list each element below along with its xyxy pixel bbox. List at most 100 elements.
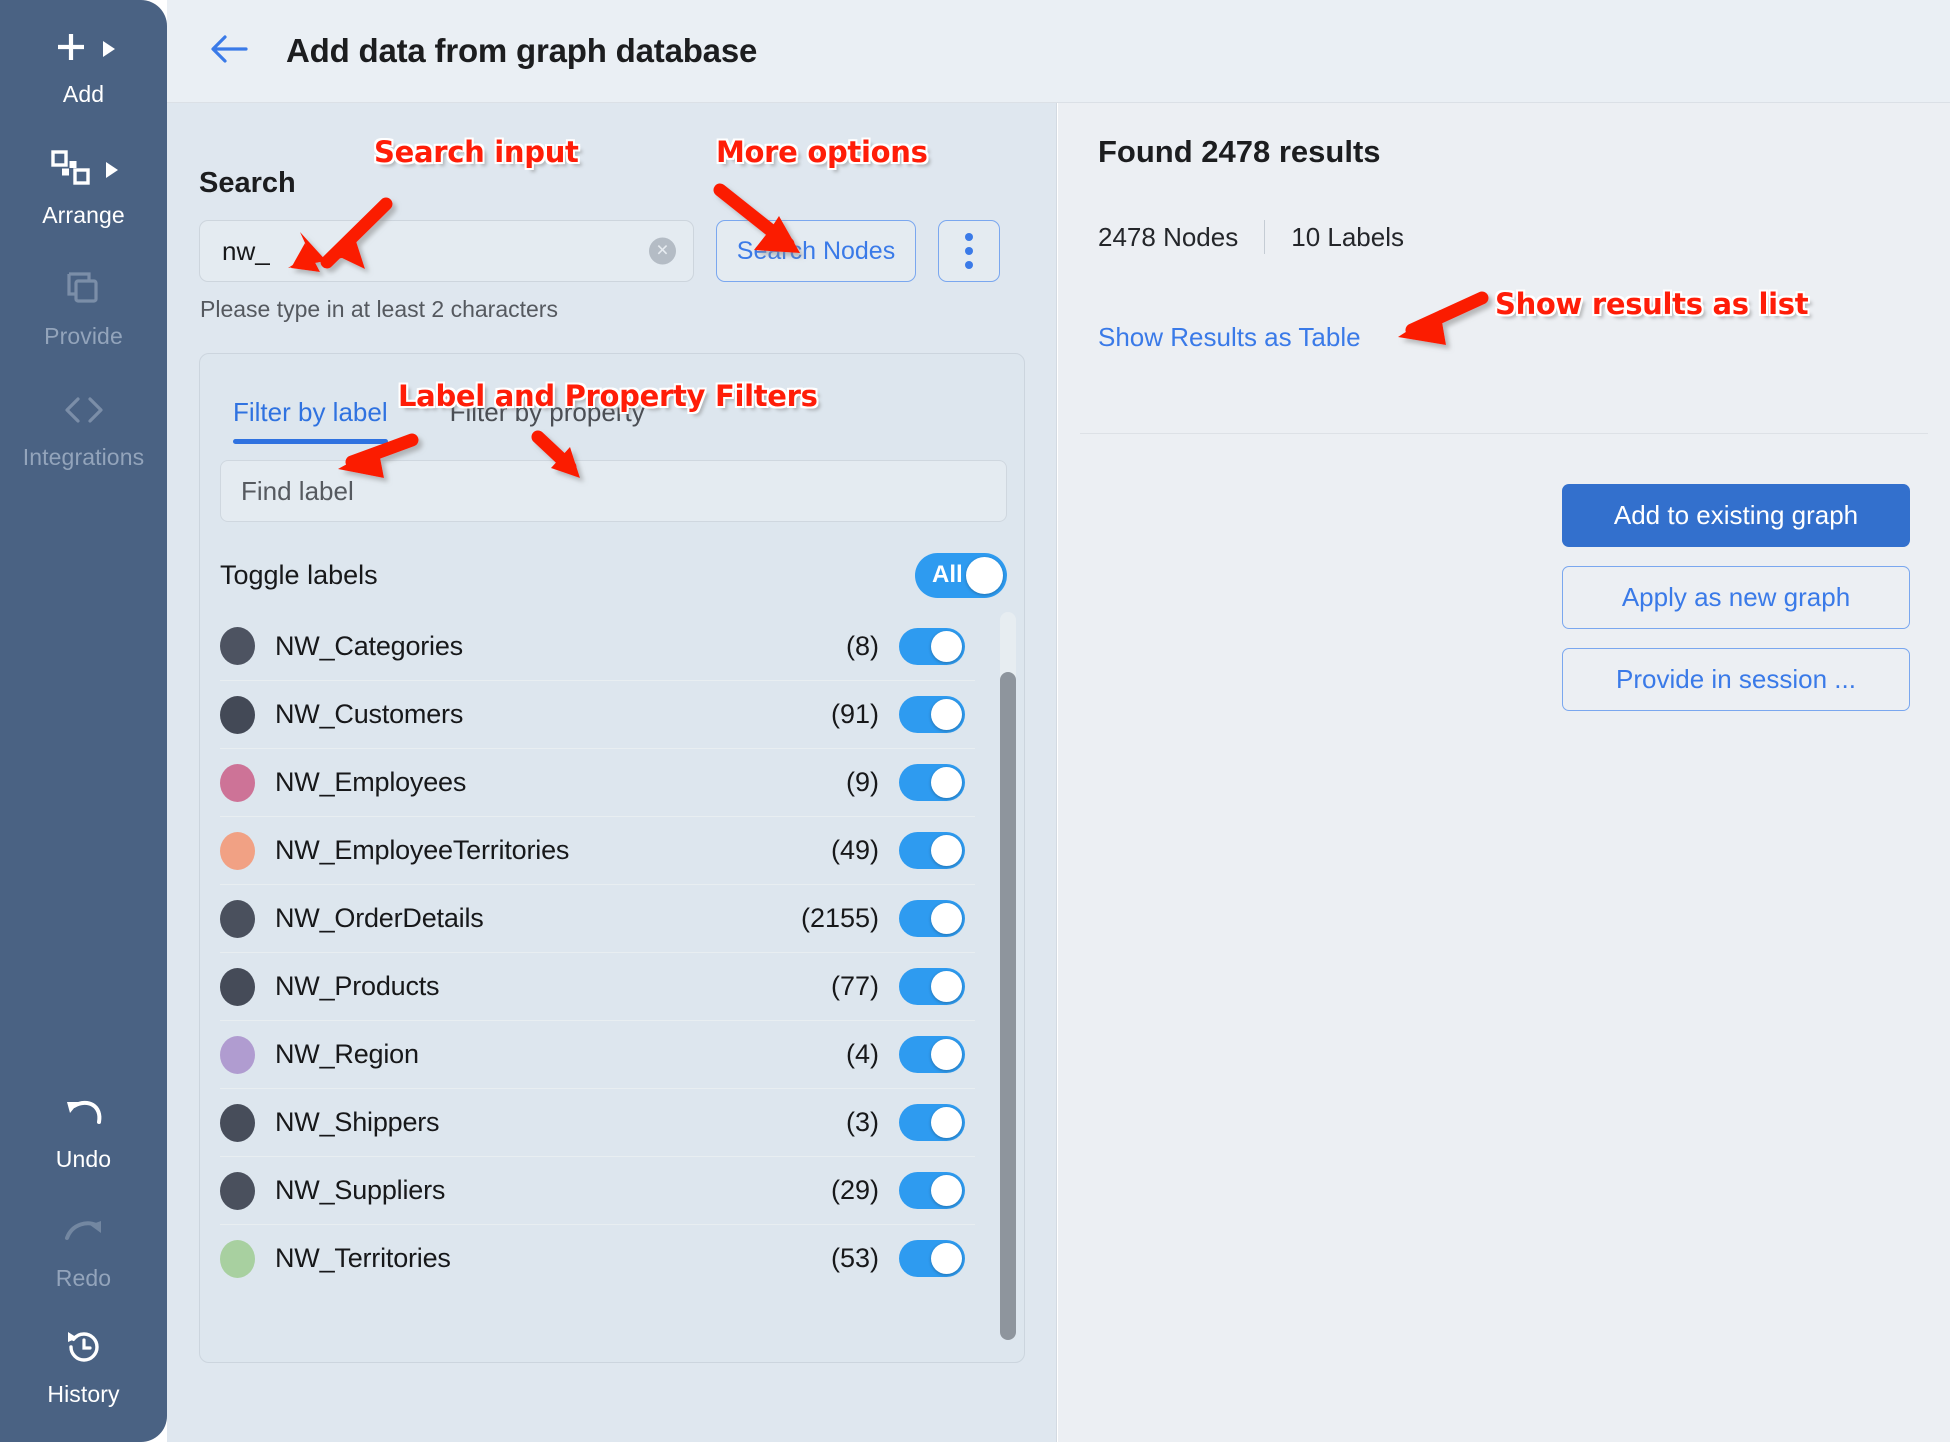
label-count: (9) <box>846 767 879 797</box>
history-clock-icon <box>64 1327 104 1372</box>
label-list[interactable]: NW_Categories (8) NW_Customers (91) NW_Emplo… <box>220 612 1007 1342</box>
rail-item-label: Arrange <box>42 202 125 228</box>
search-heading: Search <box>199 167 296 199</box>
results-action-buttons: Add to existing graph Apply as new graph… <box>1562 484 1910 711</box>
label-name: NW_Shippers <box>275 1107 440 1137</box>
label-row[interactable]: NW_Categories (8) <box>220 612 975 680</box>
label-color-dot <box>220 1239 255 1278</box>
labels-count: 10 Labels <box>1291 221 1404 252</box>
label-name: NW_Territories <box>275 1243 451 1273</box>
filter-card: Filter by label Filter by property Toggl… <box>199 353 1025 1363</box>
rail-item-integrations[interactable]: Integrations <box>0 385 167 469</box>
switch-knob <box>931 630 962 662</box>
label-name: NW_Categories <box>275 630 463 661</box>
tab-filter-by-label[interactable]: Filter by label <box>233 397 388 444</box>
rail-item-arrange[interactable]: Arrange <box>0 143 167 227</box>
label-toggle-switch[interactable] <box>899 1240 965 1277</box>
label-color-dot <box>220 627 255 665</box>
apply-as-new-graph-button[interactable]: Apply as new graph <box>1562 566 1910 629</box>
chevron-right-icon <box>102 41 115 57</box>
clear-circle-icon[interactable]: ✕ <box>649 237 676 265</box>
switch-knob <box>931 1175 962 1206</box>
rail-item-label: Undo <box>55 1146 112 1172</box>
label-row[interactable]: NW_Region (4) <box>220 1020 975 1088</box>
label-color-dot <box>220 763 255 802</box>
search-panel: Search ✕ Search Nodes Please type in at … <box>167 103 1057 1442</box>
label-toggle-switch[interactable] <box>899 900 965 937</box>
label-name: NW_Products <box>275 971 440 1001</box>
switch-knob <box>931 1039 962 1070</box>
search-hint-text: Please type in at least 2 characters <box>200 296 558 322</box>
show-results-as-table-link[interactable]: Show Results as Table <box>1098 322 1361 353</box>
label-color-dot <box>220 899 255 938</box>
switch-knob <box>931 1107 962 1138</box>
rail-item-redo[interactable]: Redo <box>0 1206 167 1290</box>
switch-knob <box>931 767 962 798</box>
rail-item-undo[interactable]: Undo <box>0 1087 167 1171</box>
rail-item-history[interactable]: History <box>0 1322 167 1406</box>
rail-item-add[interactable]: Add <box>0 22 167 106</box>
results-found-title: Found 2478 results <box>1098 134 1381 169</box>
page-title: Add data from graph database <box>286 32 758 69</box>
scrollbar-thumb[interactable] <box>1000 672 1016 1340</box>
rail-item-label: Add <box>62 81 105 107</box>
label-toggle-switch[interactable] <box>899 832 965 869</box>
label-count: (77) <box>830 971 879 1001</box>
search-nodes-button[interactable]: Search Nodes <box>716 220 916 282</box>
rail-item-provide[interactable]: Provide <box>0 264 167 348</box>
label-row[interactable]: NW_Shippers (3) <box>220 1088 975 1156</box>
label-toggle-switch[interactable] <box>899 627 965 665</box>
label-row[interactable]: NW_Suppliers (29) <box>220 1156 975 1224</box>
chevron-right-icon <box>105 162 118 178</box>
plus-icon <box>53 29 89 70</box>
tool-rail: Add Arrange Provide Integrations Undo Re… <box>0 0 167 1442</box>
search-controls-row: ✕ Search Nodes <box>199 220 1000 282</box>
results-divider <box>1080 433 1928 434</box>
label-row[interactable]: NW_Customers (91) <box>220 680 975 748</box>
search-input[interactable] <box>200 221 693 281</box>
label-count: (53) <box>830 1243 879 1273</box>
label-list-scrollbar[interactable] <box>1000 612 1016 1340</box>
label-count: (91) <box>830 699 879 729</box>
toggle-all-labels-switch[interactable]: All <box>915 552 1007 598</box>
code-brackets-icon <box>61 395 107 430</box>
back-button[interactable] <box>208 30 250 72</box>
label-count: (4) <box>846 1039 879 1069</box>
label-color-dot <box>220 1035 255 1074</box>
toggle-all-label-text: All <box>932 561 963 588</box>
toggle-labels-row: Toggle labels All <box>220 547 1007 603</box>
switch-knob <box>931 971 962 1002</box>
find-label-input[interactable] <box>221 461 1006 521</box>
label-name: NW_EmployeeTerritories <box>275 835 570 865</box>
undo-arrow-icon <box>62 1096 106 1133</box>
label-name: NW_OrderDetails <box>275 903 484 933</box>
label-toggle-switch[interactable] <box>899 1104 965 1141</box>
label-row[interactable]: NW_Products (77) <box>220 952 975 1020</box>
label-name: NW_Employees <box>275 767 467 797</box>
label-name: NW_Region <box>275 1039 419 1069</box>
label-toggle-switch[interactable] <box>899 968 965 1005</box>
add-to-existing-graph-button[interactable]: Add to existing graph <box>1562 484 1910 547</box>
label-row[interactable]: NW_Employees (9) <box>220 748 975 816</box>
tab-filter-by-property[interactable]: Filter by property <box>450 397 645 444</box>
label-toggle-switch[interactable] <box>899 1036 965 1073</box>
label-row[interactable]: NW_OrderDetails (2155) <box>220 884 975 952</box>
label-row[interactable]: NW_Territories (53) <box>220 1224 975 1292</box>
label-toggle-switch[interactable] <box>899 764 965 801</box>
provide-in-session-button[interactable]: Provide in session ... <box>1562 648 1910 711</box>
label-toggle-switch[interactable] <box>899 696 965 733</box>
label-color-dot <box>220 1103 255 1142</box>
kebab-menu-icon[interactable] <box>938 220 1000 282</box>
label-toggle-switch[interactable] <box>899 1172 965 1209</box>
arrange-icon <box>50 149 92 192</box>
find-label-wrapper <box>220 460 1007 522</box>
label-count: (29) <box>830 1175 879 1205</box>
toggle-labels-label: Toggle labels <box>220 559 378 590</box>
results-panel: Found 2478 results 2478 Nodes 10 Labels … <box>1058 103 1950 1442</box>
label-name: NW_Suppliers <box>275 1175 446 1205</box>
label-color-dot <box>220 831 255 870</box>
label-row[interactable]: NW_EmployeeTerritories (49) <box>220 816 975 884</box>
filter-tabs: Filter by label Filter by property <box>200 354 1026 444</box>
results-stats-row: 2478 Nodes 10 Labels <box>1098 220 1404 254</box>
copy-stack-icon <box>64 269 104 314</box>
